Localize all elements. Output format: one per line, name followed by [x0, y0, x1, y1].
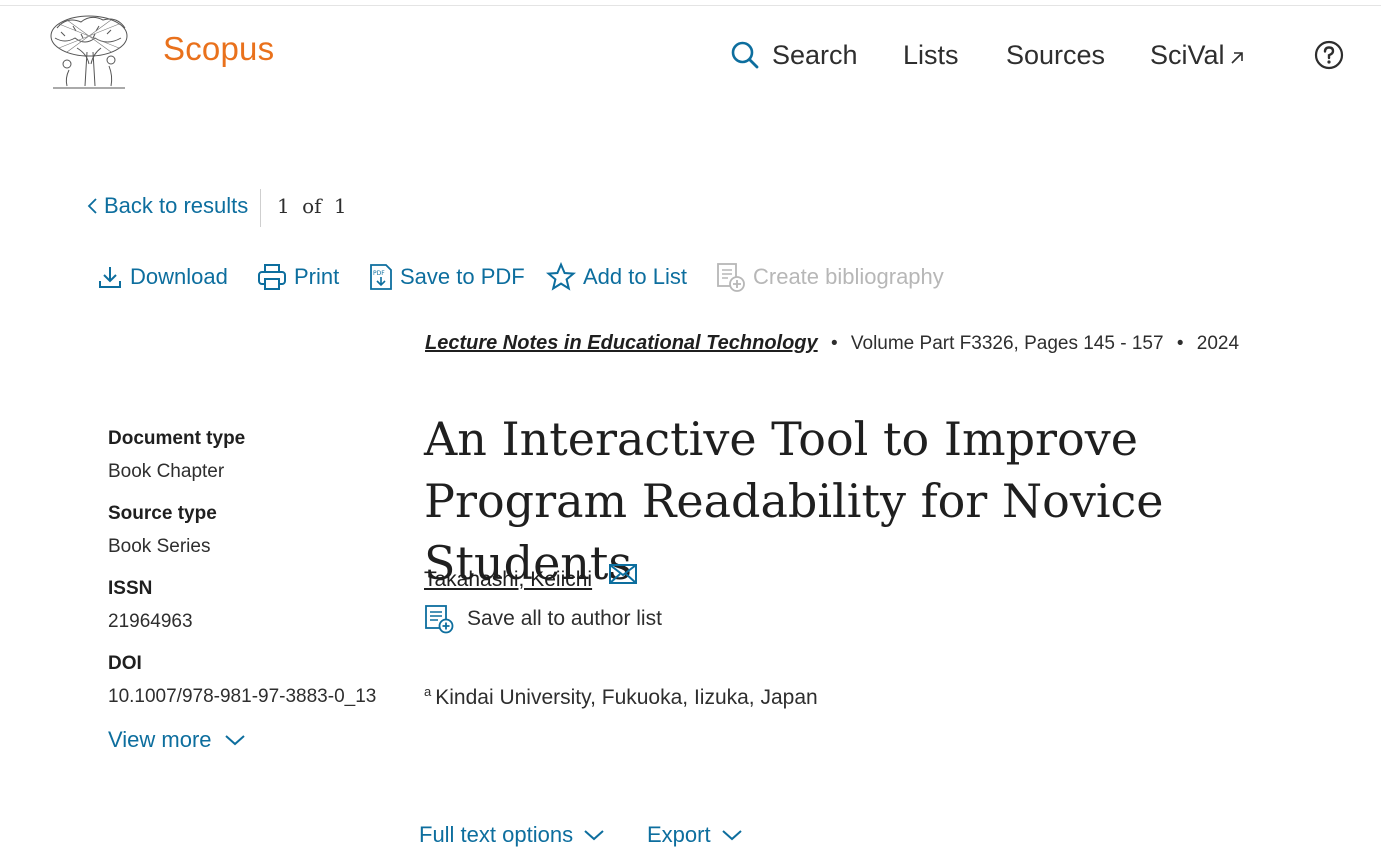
document-metadata: Document type Book Chapter Source type B…	[108, 426, 408, 726]
back-to-results-link[interactable]: Back to results	[86, 193, 248, 219]
back-label: Back to results	[104, 193, 249, 218]
save-all-to-author-list[interactable]: Save all to author list	[424, 604, 662, 634]
print-icon	[258, 264, 286, 290]
divider	[260, 189, 261, 227]
search-icon	[731, 41, 759, 69]
elsevier-logo[interactable]	[47, 14, 131, 90]
help-icon[interactable]	[1314, 40, 1344, 70]
save-to-pdf-button[interactable]: PDF Save to PDF	[369, 261, 525, 293]
author-link[interactable]: Takahashi, Keiichi	[424, 568, 592, 592]
download-label: Download	[130, 264, 228, 289]
issn-value: 21964963	[108, 611, 193, 632]
page-total: 1	[333, 194, 347, 218]
svg-text:PDF: PDF	[373, 270, 385, 277]
page-current: 1	[277, 194, 290, 218]
source-line: Lecture Notes in Educational Technology …	[425, 332, 1239, 355]
export-label: Export	[647, 822, 711, 847]
create-bibliography-label: Create bibliography	[753, 264, 944, 289]
scopus-brand[interactable]: Scopus	[163, 30, 274, 68]
page-of: of	[302, 194, 322, 218]
author-list-icon	[425, 605, 454, 634]
publication-year: 2024	[1196, 333, 1240, 354]
nav-search[interactable]: Search	[730, 36, 858, 74]
view-more-button[interactable]: View more	[108, 727, 246, 753]
journal-link[interactable]: Lecture Notes in Educational Technology	[425, 332, 818, 354]
add-to-list-button[interactable]: Add to List	[546, 261, 687, 293]
full-text-label: Full text options	[419, 822, 574, 847]
envelope-icon[interactable]	[608, 562, 638, 586]
affiliation-text: Kindai University, Fukuoka, Iizuka, Japa…	[435, 686, 818, 709]
save-all-label: Save all to author list	[467, 607, 662, 630]
result-pager: 1 of 1	[277, 194, 347, 218]
source-type-value: Book Series	[108, 536, 211, 557]
doi-value: 10.1007/978-981-97-3883-0_13	[108, 686, 377, 707]
nav-lists[interactable]: Lists	[903, 36, 959, 74]
export-button[interactable]: Export	[647, 822, 743, 848]
star-icon	[546, 262, 576, 291]
pdf-icon: PDF	[370, 264, 392, 290]
print-button[interactable]: Print	[257, 261, 339, 293]
chevron-left-icon	[87, 198, 97, 214]
source-type-label: Source type	[108, 503, 217, 524]
affiliation-marker: a	[424, 684, 432, 699]
external-link-icon	[1230, 52, 1243, 64]
bullet: •	[830, 333, 838, 354]
document-title: An Interactive Tool to Improve Program R…	[424, 412, 1164, 590]
volume-pages: Volume Part F3326, Pages 145 - 157	[850, 333, 1164, 354]
add-to-list-label: Add to List	[583, 264, 687, 289]
download-icon	[99, 267, 121, 288]
doc-type-label: Document type	[108, 428, 246, 449]
doc-type-value: Book Chapter	[108, 461, 225, 482]
save-to-pdf-label: Save to PDF	[400, 264, 525, 289]
nav-scival-label: SciVal	[1150, 39, 1225, 70]
affiliation: a Kindai University, Fukuoka, Iizuka, Jap…	[424, 684, 818, 710]
download-button[interactable]: Download	[97, 261, 228, 293]
full-text-options-button[interactable]: Full text options	[419, 822, 605, 848]
doi-label: DOI	[108, 653, 142, 674]
view-more-label: View more	[108, 727, 212, 752]
nav-sources[interactable]: Sources	[1006, 36, 1105, 74]
chevron-down-icon	[224, 735, 245, 746]
chevron-down-icon	[584, 830, 604, 841]
bullet: •	[1176, 333, 1184, 354]
create-bibliography-button[interactable]: Create bibliography	[716, 261, 944, 293]
nav-scival[interactable]: SciVal	[1150, 36, 1245, 74]
bibliography-icon	[717, 263, 745, 292]
top-divider	[0, 5, 1381, 6]
issn-label: ISSN	[108, 578, 153, 599]
nav-search-label: Search	[772, 39, 858, 70]
chevron-down-icon	[721, 830, 742, 841]
print-label: Print	[294, 264, 340, 289]
